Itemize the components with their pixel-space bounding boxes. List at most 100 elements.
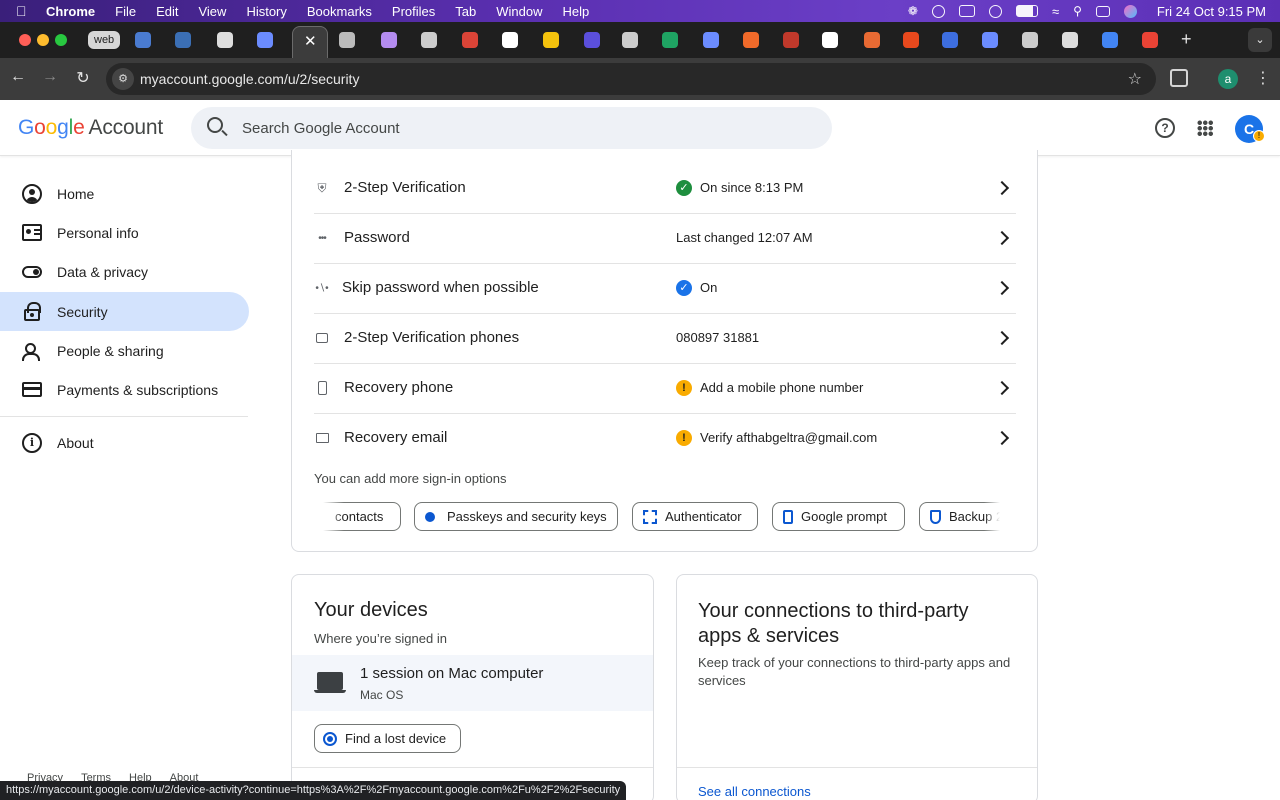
tab-favicon[interactable] <box>1022 32 1038 48</box>
menu-app-name[interactable]: Chrome <box>46 4 95 19</box>
tab-favicon[interactable] <box>864 32 880 48</box>
chip-passkeys[interactable]: Passkeys and security keys <box>414 502 618 531</box>
device-session-row[interactable]: 1 session on Mac computer Mac OS <box>292 655 653 711</box>
menu-help[interactable]: Help <box>563 4 590 19</box>
wifi-icon[interactable]: ≈ <box>1052 4 1059 19</box>
tab-favicon[interactable] <box>622 32 638 48</box>
reload-button[interactable]: ↻ <box>73 68 93 88</box>
tab-group-label[interactable]: web <box>88 31 121 49</box>
new-tab-button[interactable]: + <box>1181 29 1192 50</box>
tab-favicon[interactable] <box>462 32 478 48</box>
google-account-logo[interactable]: Google Account <box>18 116 163 140</box>
row-label: Skip password when possible <box>342 279 539 296</box>
sidebar-item-payments[interactable]: Payments & subscriptions <box>0 370 249 409</box>
spotlight-search-icon[interactable]: ⚲ <box>1073 4 1082 18</box>
logo-letter: G <box>18 116 35 139</box>
siri-icon[interactable] <box>1123 4 1137 18</box>
back-button[interactable]: ← <box>8 68 28 86</box>
zoom-window-button[interactable] <box>55 34 67 46</box>
security-row-recovery-phone[interactable]: Recovery phone ! Add a mobile phone numb… <box>314 364 1016 414</box>
extensions-icon[interactable] <box>1170 69 1188 87</box>
sidebar-item-people-sharing[interactable]: People & sharing <box>0 331 249 370</box>
security-row-skip-password[interactable]: •∖• Skip password when possible ✓ On <box>314 264 1016 314</box>
tab-favicon[interactable] <box>175 32 191 48</box>
tab-favicon[interactable] <box>942 32 958 48</box>
sidebar-item-personal-info[interactable]: Personal info <box>0 213 249 252</box>
menu-history[interactable]: History <box>246 4 286 19</box>
minimize-window-button[interactable] <box>37 34 49 46</box>
chips-fade-left <box>314 502 344 532</box>
security-row-2sv[interactable]: ⛨ 2-Step Verification ✓ On since 8:13 PM <box>314 164 1016 214</box>
close-window-button[interactable] <box>19 34 31 46</box>
account-search-bar[interactable] <box>191 107 832 149</box>
tab-favicon[interactable] <box>381 32 397 48</box>
bluetooth-icon[interactable]: ❁ <box>908 4 918 18</box>
battery-icon[interactable] <box>1015 5 1038 17</box>
menu-bar-clock[interactable]: Fri 24 Oct 9:15 PM <box>1157 4 1266 19</box>
sidebar-item-about[interactable]: i About <box>0 423 249 462</box>
tab-favicon[interactable] <box>783 32 799 48</box>
see-all-connections-link[interactable]: See all connections <box>698 784 811 799</box>
sidebar-item-home[interactable]: Home <box>0 174 249 213</box>
security-row-2sv-phones[interactable]: 2-Step Verification phones 080897 31881 <box>314 314 1016 364</box>
sidebar-item-label: Payments & subscriptions <box>57 381 219 398</box>
tab-favicon[interactable] <box>1102 32 1118 48</box>
tab-favicon[interactable] <box>257 32 273 48</box>
chevron-right-icon <box>994 430 1010 446</box>
account-search-input[interactable] <box>242 117 802 139</box>
menu-profiles[interactable]: Profiles <box>392 4 435 19</box>
tab-favicon[interactable] <box>135 32 151 48</box>
address-bar[interactable]: ⚙ myaccount.google.com/u/2/security ☆ <box>106 63 1156 95</box>
search-icon[interactable] <box>207 117 223 133</box>
address-bar-url[interactable]: myaccount.google.com/u/2/security <box>140 71 359 87</box>
find-lost-device-label: Find a lost device <box>345 731 447 746</box>
tab-favicon[interactable] <box>543 32 559 48</box>
tab-favicon[interactable] <box>339 32 355 48</box>
security-row-password[interactable]: ••• Password Last changed 12:07 AM <box>314 214 1016 264</box>
security-row-recovery-email[interactable]: Recovery email ! Verify afthabgeltra@gma… <box>314 414 1016 464</box>
chrome-profile-avatar[interactable]: a <box>1218 69 1238 89</box>
warning-icon: ! <box>676 380 692 396</box>
tab-search-button[interactable]: ⌄ <box>1248 28 1272 52</box>
menu-tab[interactable]: Tab <box>455 4 476 19</box>
tab-favicon[interactable] <box>982 32 998 48</box>
apple-menu-icon[interactable]:  <box>16 3 34 19</box>
tab-favicon[interactable] <box>822 32 838 48</box>
chip-google-prompt[interactable]: Google prompt <box>772 502 905 531</box>
bookmark-star-icon[interactable]: ☆ <box>1128 69 1142 89</box>
active-tab[interactable]: ✕ <box>292 26 328 58</box>
tab-favicon[interactable] <box>743 32 759 48</box>
tab-favicon[interactable] <box>584 32 600 48</box>
close-tab-icon[interactable]: ✕ <box>304 32 317 50</box>
tab-favicon[interactable] <box>1142 32 1158 48</box>
google-apps-icon[interactable] <box>1197 120 1213 136</box>
play-icon[interactable] <box>931 4 945 18</box>
menu-bookmarks[interactable]: Bookmarks <box>307 4 372 19</box>
window-icon[interactable] <box>958 5 975 17</box>
forward-button[interactable]: → <box>40 68 60 86</box>
site-info-icon[interactable]: ⚙ <box>112 68 134 90</box>
find-lost-device-button[interactable]: Find a lost device <box>314 724 461 753</box>
tab-favicon[interactable] <box>1062 32 1078 48</box>
control-center-icon[interactable] <box>1095 5 1110 17</box>
chip-authenticator[interactable]: Authenticator <box>632 502 758 531</box>
menu-view[interactable]: View <box>198 4 226 19</box>
menu-window[interactable]: Window <box>496 4 542 19</box>
logo-letter: o <box>34 116 46 139</box>
help-icon[interactable]: ? <box>1155 118 1175 138</box>
tab-favicon[interactable] <box>662 32 678 48</box>
sign-in-option-chips: contacts Passkeys and security keys Auth… <box>314 502 1004 532</box>
menu-file[interactable]: File <box>115 4 136 19</box>
sidebar-item-security[interactable]: Security <box>0 292 249 331</box>
sidebar-item-data-privacy[interactable]: Data & privacy <box>0 252 249 291</box>
tab-favicon[interactable] <box>703 32 719 48</box>
tab-favicon[interactable] <box>217 32 233 48</box>
chrome-menu-icon[interactable]: ⋮ <box>1255 68 1271 88</box>
tab-favicon[interactable] <box>502 32 518 48</box>
info-icon: i <box>22 432 42 453</box>
tab-favicon[interactable] <box>903 32 919 48</box>
user-icon[interactable] <box>988 4 1002 18</box>
phone-prompt-icon <box>783 509 793 524</box>
tab-favicon[interactable] <box>421 32 437 48</box>
menu-edit[interactable]: Edit <box>156 4 178 19</box>
